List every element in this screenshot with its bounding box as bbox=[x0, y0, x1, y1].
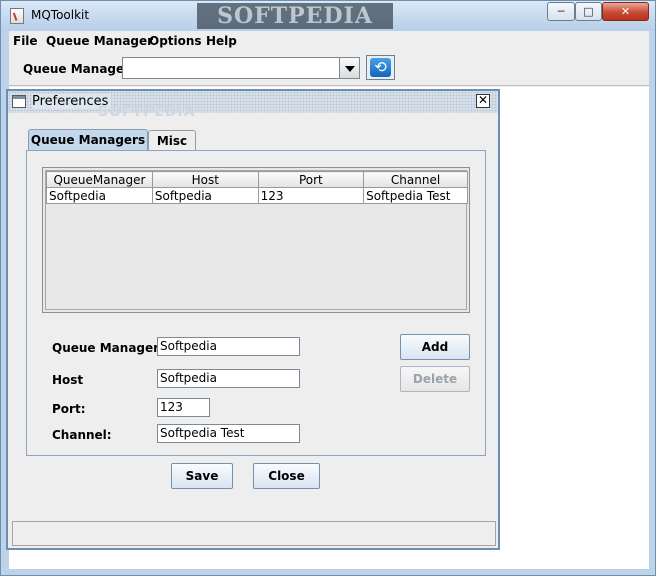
window-icon bbox=[12, 95, 26, 108]
tab-misc[interactable]: Misc bbox=[148, 130, 196, 152]
close-button[interactable]: Close bbox=[253, 463, 320, 489]
queue-managers-table: QueueManager Host Port Channel Softpedia… bbox=[42, 167, 470, 313]
menu-file[interactable]: File bbox=[13, 34, 38, 48]
minimize-button[interactable]: ─ bbox=[547, 2, 575, 21]
queue-manager-field-label: Queue Manager: bbox=[52, 341, 164, 355]
toolbar: Queue Manager: ⟲ bbox=[9, 53, 649, 86]
maximize-button[interactable]: □ bbox=[575, 2, 602, 21]
column-header-port[interactable]: Port bbox=[257, 171, 365, 188]
preferences-dialog: Preferences ✕ SOFTPEDIA Queue Managers M… bbox=[6, 89, 500, 550]
host-field[interactable]: Softpedia bbox=[157, 369, 300, 388]
port-field-label: Port: bbox=[52, 402, 86, 416]
window-title: MQToolkit bbox=[31, 8, 90, 22]
cell-host[interactable]: Softpedia bbox=[151, 187, 259, 204]
app-icon bbox=[10, 8, 24, 24]
tab-queue-managers[interactable]: Queue Managers bbox=[28, 129, 148, 151]
table-row[interactable]: Softpedia Softpedia 123 Softpedia Test bbox=[46, 187, 468, 204]
queue-manager-combo[interactable] bbox=[122, 57, 360, 79]
cell-channel[interactable]: Softpedia Test bbox=[363, 187, 468, 204]
save-button[interactable]: Save bbox=[171, 463, 233, 489]
close-window-button[interactable]: ✕ bbox=[602, 2, 649, 21]
refresh-button[interactable]: ⟲ bbox=[366, 55, 395, 80]
status-bar bbox=[12, 521, 496, 546]
chevron-down-icon[interactable] bbox=[339, 58, 359, 78]
watermark-text: SOFTPEDIA bbox=[98, 104, 196, 120]
menu-queue-manager[interactable]: Queue Manager bbox=[46, 34, 153, 48]
host-field-label: Host bbox=[52, 373, 84, 387]
cell-queuemanager[interactable]: Softpedia bbox=[46, 187, 153, 204]
close-icon[interactable]: ✕ bbox=[476, 94, 490, 108]
add-button[interactable]: Add bbox=[400, 334, 470, 360]
port-field[interactable]: 123 bbox=[157, 398, 210, 417]
refresh-icon: ⟲ bbox=[370, 58, 391, 77]
column-header-channel[interactable]: Channel bbox=[363, 171, 468, 188]
channel-field[interactable]: Softpedia Test bbox=[157, 424, 300, 443]
queue-managers-panel: QueueManager Host Port Channel Softpedia… bbox=[26, 150, 486, 456]
menu-help[interactable]: Help bbox=[206, 34, 237, 48]
channel-field-label: Channel: bbox=[52, 428, 112, 442]
queue-manager-label: Queue Manager: bbox=[23, 62, 135, 76]
cell-port[interactable]: 123 bbox=[257, 187, 365, 204]
watermark-banner: SOFTPEDIA bbox=[197, 3, 393, 29]
column-header-queuemanager[interactable]: QueueManager bbox=[46, 171, 153, 188]
queue-manager-field[interactable]: Softpedia bbox=[157, 337, 300, 356]
menu-options[interactable]: Options bbox=[149, 34, 202, 48]
table-grid: QueueManager Host Port Channel Softpedia… bbox=[46, 171, 468, 204]
delete-button[interactable]: Delete bbox=[400, 366, 470, 392]
preferences-title-bar[interactable]: Preferences ✕ bbox=[8, 91, 498, 113]
menu-bar: File Queue Manager Options Help bbox=[9, 31, 649, 53]
title-bar[interactable]: MQToolkit SOFTPEDIA ─ □ ✕ bbox=[1, 1, 655, 31]
table-viewport: QueueManager Host Port Channel Softpedia… bbox=[45, 170, 468, 310]
column-header-host[interactable]: Host bbox=[151, 171, 259, 188]
